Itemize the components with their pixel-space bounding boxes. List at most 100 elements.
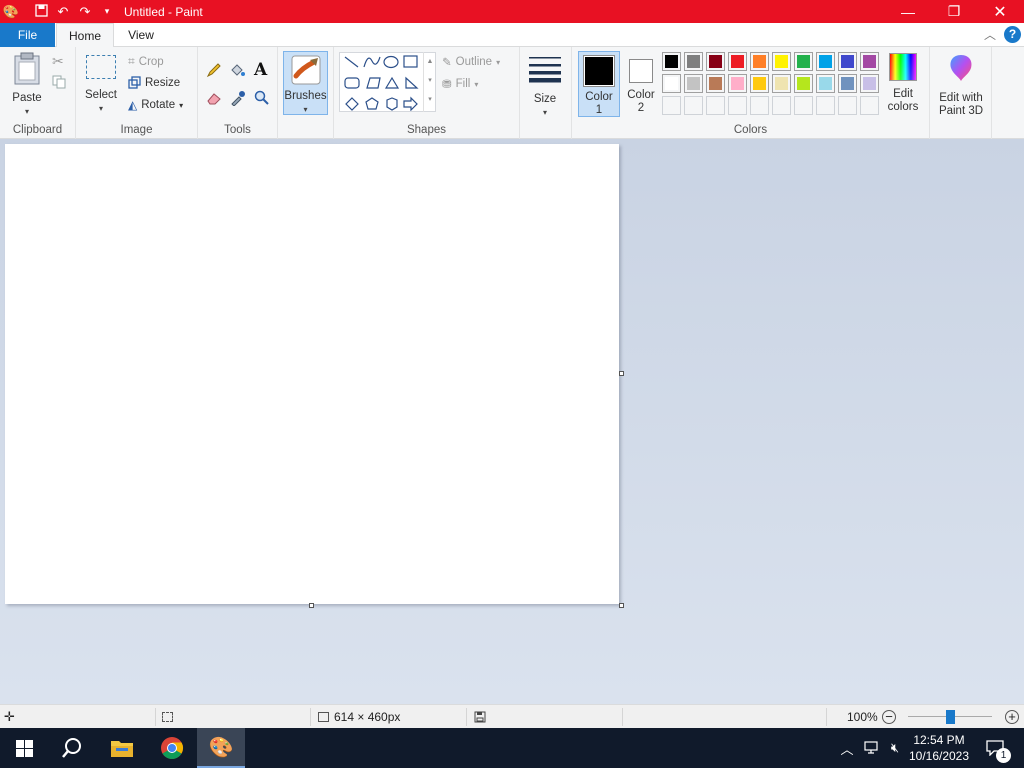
magnifier-icon[interactable] <box>254 90 270 109</box>
customize-quick-access-icon[interactable]: ▾ <box>96 6 118 17</box>
crop-label: Crop <box>138 55 164 68</box>
brushes-label: Brushes <box>284 90 327 102</box>
resize-handle-right[interactable] <box>619 371 624 376</box>
color-swatch[interactable] <box>750 74 769 93</box>
color-picker-icon[interactable] <box>230 90 246 109</box>
select-button[interactable]: Select ▾ <box>82 55 120 115</box>
image-size-icon <box>318 711 329 722</box>
color-swatch[interactable] <box>728 74 747 93</box>
color-swatch[interactable] <box>860 52 879 71</box>
color-swatch[interactable] <box>684 74 703 93</box>
color2-label: Color <box>627 89 655 101</box>
file-explorer-button[interactable] <box>98 728 146 768</box>
restore-button[interactable]: ❐ <box>931 0 977 23</box>
fill-button[interactable]: ⛃ Fill ▾ <box>442 77 478 91</box>
redo-icon[interactable]: ↷ <box>74 4 96 20</box>
save-icon[interactable] <box>30 3 52 20</box>
color-swatch[interactable] <box>750 52 769 71</box>
zoom-slider[interactable] <box>908 710 992 724</box>
custom-color-slot[interactable] <box>728 96 747 115</box>
resize-handle-corner[interactable] <box>619 603 624 608</box>
paint-app-icon[interactable]: 🎨 <box>0 4 22 20</box>
color-swatch[interactable] <box>816 52 835 71</box>
paint3d-group: Edit with Paint 3D <box>930 47 992 139</box>
paste-button[interactable]: Paste ▾ <box>6 52 48 118</box>
paint-taskbar-button[interactable]: 🎨 <box>197 728 245 768</box>
color-swatch[interactable] <box>684 52 703 71</box>
color1-button[interactable]: Color 1 <box>578 51 620 117</box>
volume-muted-icon[interactable]: 🔇︎ <box>884 728 906 768</box>
color-swatch[interactable] <box>662 52 681 71</box>
start-button[interactable] <box>0 728 48 768</box>
crop-button[interactable]: ⌗ Crop <box>128 54 164 69</box>
size-group: Size ▾ <box>520 47 572 139</box>
tab-file[interactable]: File <box>0 23 55 47</box>
drawing-canvas[interactable] <box>5 144 619 604</box>
colors-group-label: Colors <box>733 124 768 136</box>
brushes-button[interactable]: Brushes ▾ <box>283 51 328 115</box>
tools-group-label: Tools <box>224 124 251 136</box>
cut-button[interactable]: ✂ <box>52 53 64 70</box>
custom-color-slot[interactable] <box>838 96 857 115</box>
chrome-button[interactable] <box>148 728 196 768</box>
color-swatch[interactable] <box>860 74 879 93</box>
shapes-gallery[interactable] <box>339 52 436 112</box>
rotate-button[interactable]: ◭ Rotate ▾ <box>128 98 183 112</box>
custom-color-slot[interactable] <box>860 96 879 115</box>
color-swatch[interactable] <box>706 74 725 93</box>
custom-color-slot[interactable] <box>662 96 681 115</box>
select-label: Select <box>85 89 117 101</box>
edit-colors-button[interactable]: Edit colors <box>882 53 924 114</box>
brushes-group: Brushes ▾ <box>278 47 334 139</box>
custom-color-slot[interactable] <box>772 96 791 115</box>
size-button[interactable]: Size ▾ <box>527 55 563 119</box>
show-hidden-icons[interactable]: ︿ <box>838 728 856 768</box>
zoom-in-button[interactable]: + <box>1004 705 1020 728</box>
custom-color-slot[interactable] <box>816 96 835 115</box>
crop-icon: ⌗ <box>128 54 135 68</box>
zoom-slider-thumb[interactable] <box>946 710 955 724</box>
color-swatch[interactable] <box>838 74 857 93</box>
text-icon[interactable]: A <box>254 60 267 80</box>
color-swatch[interactable] <box>706 52 725 71</box>
close-button[interactable]: ✕ <box>977 0 1023 23</box>
resize-handle-bottom[interactable] <box>309 603 314 608</box>
line-size-icon <box>529 57 561 83</box>
eraser-icon[interactable] <box>206 91 222 108</box>
custom-color-slot[interactable] <box>684 96 703 115</box>
search-button[interactable] <box>48 728 96 768</box>
zoom-out-button[interactable]: − <box>881 705 897 728</box>
clock[interactable]: 12:54 PM 10/16/2023 <box>908 728 970 768</box>
custom-color-slot[interactable] <box>794 96 813 115</box>
collapse-ribbon-icon[interactable]: ︿ <box>984 26 996 43</box>
fill-bucket-icon[interactable] <box>229 62 245 81</box>
action-center-button[interactable]: 1 <box>980 728 1011 768</box>
shapes-scroll[interactable]: ▲ ▾ ▾ <box>423 52 436 112</box>
color-swatch[interactable] <box>794 52 813 71</box>
custom-color-slot[interactable] <box>706 96 725 115</box>
help-icon[interactable]: ? <box>1004 26 1021 43</box>
custom-color-slot[interactable] <box>750 96 769 115</box>
minimize-button[interactable]: — <box>885 0 931 23</box>
tab-view[interactable]: View <box>118 23 164 47</box>
color-swatch[interactable] <box>794 74 813 93</box>
color-swatch[interactable] <box>816 74 835 93</box>
image-group: Select ▾ ⌗ Crop Resize ◭ Rotate ▾ Image <box>76 47 198 139</box>
network-icon[interactable] <box>860 728 882 768</box>
rainbow-icon <box>889 53 917 81</box>
outline-button[interactable]: ✎ Outline ▾ <box>442 55 500 69</box>
color-swatch[interactable] <box>662 74 681 93</box>
color-swatch[interactable] <box>838 52 857 71</box>
pencil-icon[interactable] <box>206 62 222 81</box>
edit-with-paint3d-button[interactable]: Edit with Paint 3D <box>932 53 990 118</box>
color2-button[interactable]: Color 2 <box>622 51 660 117</box>
color-swatch[interactable] <box>728 52 747 71</box>
undo-icon[interactable]: ↶ <box>52 4 74 20</box>
resize-button[interactable]: Resize <box>128 76 180 89</box>
copy-button[interactable] <box>52 75 66 89</box>
color-swatch[interactable] <box>772 52 791 71</box>
tab-home[interactable]: Home <box>56 23 114 48</box>
color-swatch[interactable] <box>772 74 791 93</box>
fill-icon: ⛃ <box>442 79 452 91</box>
edit-colors-label-2: colors <box>887 101 919 113</box>
